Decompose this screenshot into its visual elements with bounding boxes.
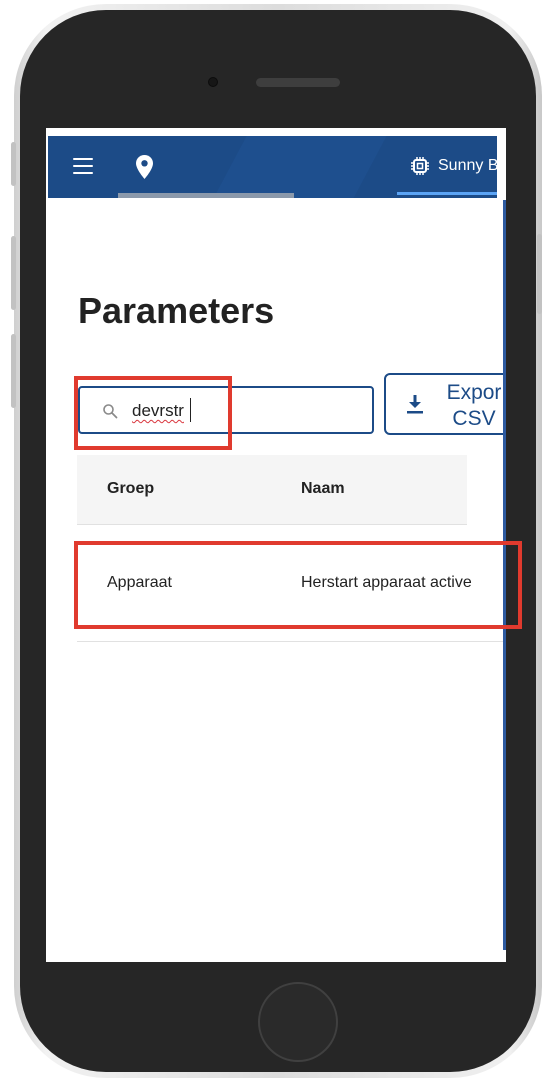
table-header: Groep Naam: [77, 455, 467, 525]
active-tab-indicator: [397, 192, 497, 195]
device-chip-icon: [411, 157, 429, 175]
annotation-box-row: [74, 541, 522, 629]
front-camera: [208, 77, 218, 87]
export-csv-button[interactable]: Expor CSV: [384, 373, 506, 435]
volume-down-button: [11, 334, 16, 408]
earpiece-speaker: [256, 78, 340, 87]
menu-icon[interactable]: [73, 158, 93, 174]
location-indicator: [118, 193, 294, 198]
app-bar-decoration: [204, 136, 392, 198]
mute-switch: [11, 142, 16, 186]
location-pin-icon[interactable]: [136, 155, 153, 179]
volume-up-button: [11, 236, 16, 310]
column-header-name[interactable]: Naam: [301, 480, 345, 498]
page-title: Parameters: [78, 290, 275, 331]
power-button: [537, 234, 542, 314]
column-header-group[interactable]: Groep: [107, 480, 154, 498]
device-tab-label[interactable]: Sunny Bo: [438, 157, 497, 175]
app-bar: Sunny Bo: [48, 136, 497, 198]
export-button-label: Expor CSV: [446, 381, 502, 430]
download-icon: [407, 395, 423, 414]
home-button[interactable]: [258, 982, 338, 1062]
annotation-box-search: [74, 376, 232, 450]
